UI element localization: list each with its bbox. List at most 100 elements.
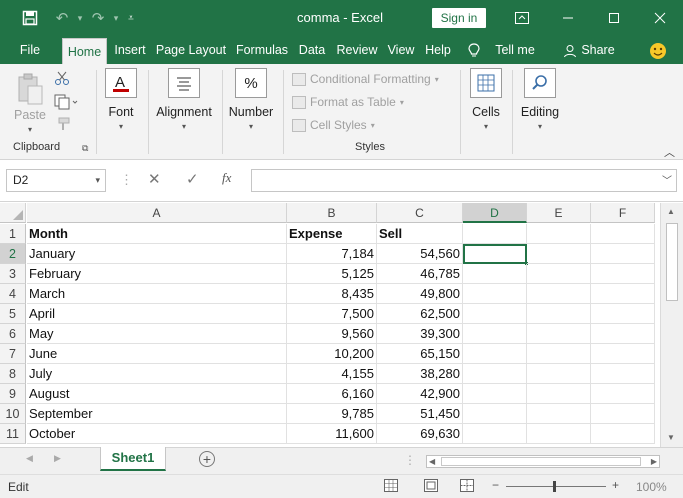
cell-d9[interactable] xyxy=(463,384,527,404)
cell-f9[interactable] xyxy=(591,384,655,404)
tab-formulas[interactable]: Formulas xyxy=(233,36,291,64)
tab-page-layout[interactable]: Page Layout xyxy=(154,36,228,64)
cell-f10[interactable] xyxy=(591,404,655,424)
cell-a7[interactable]: June xyxy=(27,344,287,364)
row-header-11[interactable]: 11 xyxy=(0,424,26,444)
cell-c9[interactable]: 42,900 xyxy=(377,384,463,404)
cell-b6[interactable]: 9,560 xyxy=(287,324,377,344)
name-box[interactable]: D2 ▾ xyxy=(6,169,106,192)
zoom-slider-handle[interactable] xyxy=(553,481,556,492)
cut-icon[interactable] xyxy=(54,70,70,89)
confirm-entry-icon[interactable]: ✓ xyxy=(186,170,199,188)
cell-a4[interactable]: March xyxy=(27,284,287,304)
cell-f3[interactable] xyxy=(591,264,655,284)
cell-e8[interactable] xyxy=(527,364,591,384)
name-box-dropdown-icon[interactable]: ▾ xyxy=(95,170,100,191)
scroll-up-icon[interactable]: ▲ xyxy=(667,207,675,216)
select-all-corner[interactable] xyxy=(0,203,26,223)
cell-b4[interactable]: 8,435 xyxy=(287,284,377,304)
tab-data[interactable]: Data xyxy=(295,36,329,64)
sheet-tab-sheet1[interactable]: Sheet1 xyxy=(100,447,166,471)
ribbon-display-options-icon[interactable] xyxy=(500,0,544,36)
horizontal-scroll-thumb[interactable] xyxy=(441,457,641,466)
paste-button[interactable]: Paste ▾ xyxy=(12,68,48,134)
cell-b5[interactable]: 7,500 xyxy=(287,304,377,324)
cell-c10[interactable]: 51,450 xyxy=(377,404,463,424)
conditional-formatting-button[interactable]: Conditional Formatting ▾ xyxy=(292,72,439,86)
cell-d11[interactable] xyxy=(463,424,527,444)
vertical-scrollbar[interactable]: ▲ ▼ xyxy=(660,203,683,447)
cell-a11[interactable]: October xyxy=(27,424,287,444)
page-break-preview-icon[interactable] xyxy=(460,479,474,495)
cell-f7[interactable] xyxy=(591,344,655,364)
cell-styles-button[interactable]: Cell Styles ▾ xyxy=(292,118,375,132)
redo-dropdown-icon[interactable]: ▾ xyxy=(110,0,122,36)
tab-home[interactable]: Home xyxy=(62,38,107,64)
cell-c4[interactable]: 49,800 xyxy=(377,284,463,304)
cell-f5[interactable] xyxy=(591,304,655,324)
share-person-icon[interactable] xyxy=(562,36,578,64)
column-header-e[interactable]: E xyxy=(527,203,591,223)
minimize-icon[interactable] xyxy=(546,0,590,36)
vertical-scroll-thumb[interactable] xyxy=(666,223,678,301)
tab-insert[interactable]: Insert xyxy=(110,36,150,64)
cell-c11[interactable]: 69,630 xyxy=(377,424,463,444)
cell-e2[interactable] xyxy=(527,244,591,264)
cell-e5[interactable] xyxy=(527,304,591,324)
cell-b9[interactable]: 6,160 xyxy=(287,384,377,404)
cell-f11[interactable] xyxy=(591,424,655,444)
row-header-4[interactable]: 4 xyxy=(0,284,26,304)
cell-e9[interactable] xyxy=(527,384,591,404)
cell-e10[interactable] xyxy=(527,404,591,424)
cell-b3[interactable]: 5,125 xyxy=(287,264,377,284)
column-header-b[interactable]: B xyxy=(287,203,377,223)
cell-b2[interactable]: 7,184 xyxy=(287,244,377,264)
zoom-in-icon[interactable]: + xyxy=(612,478,619,492)
zoom-out-icon[interactable]: − xyxy=(492,478,499,492)
cell-e1[interactable] xyxy=(527,224,591,244)
tab-review[interactable]: Review xyxy=(333,36,381,64)
expand-formula-bar-icon[interactable]: ﹀ xyxy=(662,172,672,187)
row-header-5[interactable]: 5 xyxy=(0,304,26,324)
cell-a1[interactable]: Month xyxy=(27,224,287,244)
next-sheet-icon[interactable]: ▶ xyxy=(54,453,61,464)
cell-c5[interactable]: 62,500 xyxy=(377,304,463,324)
cell-f8[interactable] xyxy=(591,364,655,384)
cell-f2[interactable] xyxy=(591,244,655,264)
row-header-7[interactable]: 7 xyxy=(0,344,26,364)
cell-e7[interactable] xyxy=(527,344,591,364)
cell-b8[interactable]: 4,155 xyxy=(287,364,377,384)
row-header-10[interactable]: 10 xyxy=(0,404,26,424)
normal-view-icon[interactable] xyxy=(384,479,398,495)
active-cell-d2[interactable] xyxy=(463,244,527,264)
undo-dropdown-icon[interactable]: ▾ xyxy=(74,0,86,36)
cancel-entry-icon[interactable]: ✕ xyxy=(148,170,161,188)
cells-button[interactable]: Cells ▾ xyxy=(468,68,504,131)
page-layout-view-icon[interactable] xyxy=(424,479,438,495)
cell-c2[interactable]: 54,560 xyxy=(377,244,463,264)
column-header-d[interactable]: D xyxy=(463,203,527,223)
editing-button[interactable]: Editing ▾ xyxy=(518,68,562,131)
format-as-table-button[interactable]: Format as Table ▾ xyxy=(292,95,404,109)
cell-a8[interactable]: July xyxy=(27,364,287,384)
tab-split-grip-icon[interactable]: ⋮ xyxy=(404,453,416,467)
scroll-down-icon[interactable]: ▼ xyxy=(667,433,675,442)
cell-a5[interactable]: April xyxy=(27,304,287,324)
cell-d8[interactable] xyxy=(463,364,527,384)
tab-file[interactable]: File xyxy=(12,36,48,64)
insert-function-icon[interactable]: fx xyxy=(222,170,231,186)
cell-e6[interactable] xyxy=(527,324,591,344)
cell-d10[interactable] xyxy=(463,404,527,424)
cell-e3[interactable] xyxy=(527,264,591,284)
zoom-level[interactable]: 100% xyxy=(636,480,667,494)
redo-icon[interactable]: ↷ xyxy=(86,0,110,36)
share-button[interactable]: Share xyxy=(580,36,616,64)
cell-a3[interactable]: February xyxy=(27,264,287,284)
scroll-left-icon[interactable]: ◀ xyxy=(429,456,435,467)
formula-input[interactable]: ﹀ xyxy=(251,169,677,192)
tell-me-search[interactable]: Tell me xyxy=(490,36,540,64)
cell-f4[interactable] xyxy=(591,284,655,304)
column-header-f[interactable]: F xyxy=(591,203,655,223)
cell-a6[interactable]: May xyxy=(27,324,287,344)
cell-d4[interactable] xyxy=(463,284,527,304)
